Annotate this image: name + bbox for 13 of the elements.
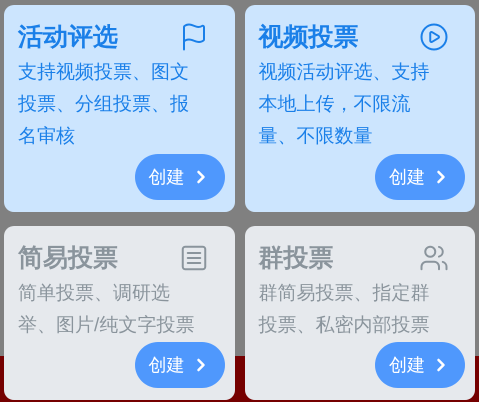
card-title: 活动评选	[18, 22, 118, 53]
people-icon	[419, 243, 449, 273]
card-title: 视频投票	[258, 22, 358, 53]
card-title: 简易投票	[18, 243, 118, 274]
create-button[interactable]: 创建	[375, 154, 465, 200]
card-description: 简单投票、调研选举、图片/纯文字投票	[18, 282, 196, 338]
card-title: 群投票	[258, 243, 334, 274]
list-icon	[178, 243, 208, 273]
card-description: 视频活动评选、支持本地上传，不限流量、不限数量	[258, 61, 430, 149]
create-button[interactable]: 创建	[134, 154, 224, 200]
card-description: 支持视频投票、图文投票、分组投票、报名审核	[18, 61, 190, 149]
play-icon	[419, 22, 449, 52]
card-description: 群简易投票、指定群投票、私密内部投票	[258, 282, 430, 338]
